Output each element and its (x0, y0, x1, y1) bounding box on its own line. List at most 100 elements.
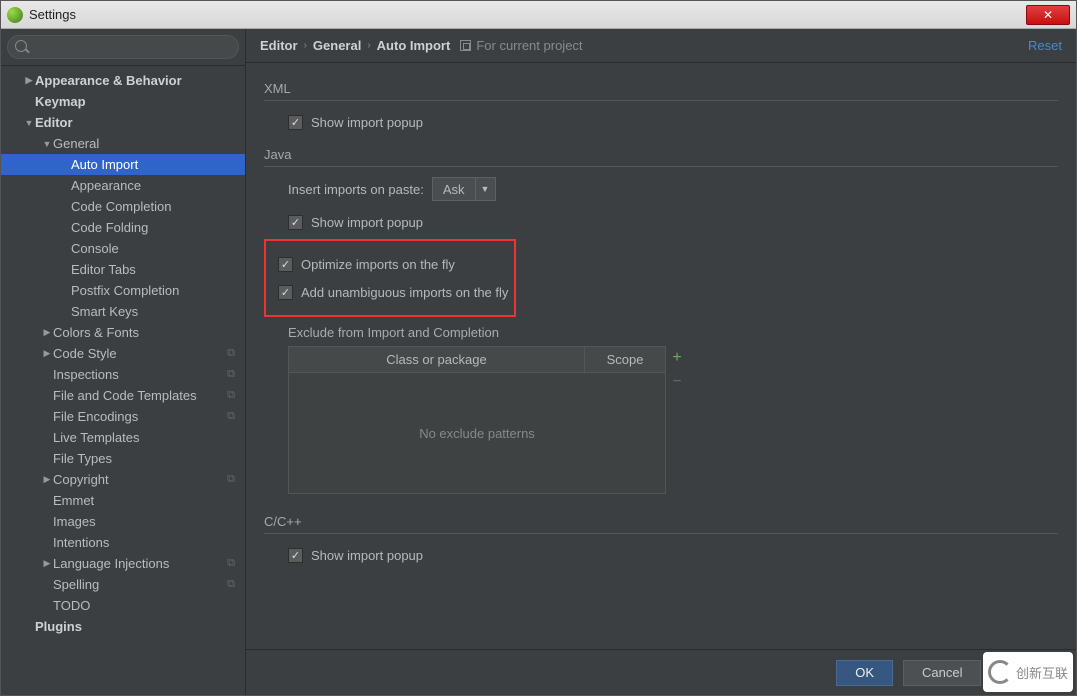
settings-tree[interactable]: ▶Appearance & BehaviorKeymap▼Editor▼Gene… (1, 66, 245, 695)
sidebar-item-images[interactable]: Images (1, 511, 245, 532)
checkbox-icon[interactable]: ✓ (278, 285, 293, 300)
sidebar-item-todo[interactable]: TODO (1, 595, 245, 616)
search-input[interactable] (7, 35, 239, 59)
sidebar-item-editor-tabs[interactable]: Editor Tabs (1, 259, 245, 280)
sidebar-item-live-templates[interactable]: Live Templates (1, 427, 245, 448)
sidebar-item-label: General (53, 136, 99, 151)
tree-arrow-icon[interactable]: ▼ (23, 118, 35, 128)
tree-arrow-icon[interactable]: ▶ (41, 474, 53, 485)
sidebar-item-plugins[interactable]: Plugins (1, 616, 245, 637)
insert-imports-row: Insert imports on paste: Ask ▼ (288, 177, 1058, 201)
sidebar-item-auto-import[interactable]: Auto Import (1, 154, 245, 175)
exclude-table-empty: No exclude patterns (289, 373, 665, 493)
sidebar-item-label: Editor Tabs (71, 262, 136, 277)
sidebar-item-file-and-code-templates[interactable]: File and Code Templates⧉ (1, 385, 245, 406)
cancel-button[interactable]: Cancel (903, 660, 981, 686)
sidebar-item-label: Plugins (35, 619, 82, 634)
sidebar-item-keymap[interactable]: Keymap (1, 91, 245, 112)
project-scope-icon: ⧉ (227, 473, 235, 486)
optimize-imports-checkbox[interactable]: ✓ Optimize imports on the fly (278, 253, 514, 275)
app-logo-icon (7, 7, 23, 23)
sidebar-item-appearance-behavior[interactable]: ▶Appearance & Behavior (1, 70, 245, 91)
sidebar-item-file-encodings[interactable]: File Encodings ⧉ (1, 406, 245, 427)
tree-arrow-icon[interactable]: ▶ (41, 348, 53, 359)
watermark: 创新互联 (983, 652, 1073, 692)
section-java-title: Java (264, 147, 1058, 162)
reset-link[interactable]: Reset (1028, 38, 1062, 53)
sidebar-item-label: Live Templates (53, 430, 139, 445)
sidebar-item-label: TODO (53, 598, 90, 613)
section-ccpp-title: C/C++ (264, 514, 1058, 529)
sidebar-item-console[interactable]: Console (1, 238, 245, 259)
sidebar-item-inspections[interactable]: Inspections⧉ (1, 364, 245, 385)
exclude-title: Exclude from Import and Completion (288, 325, 1058, 340)
tree-arrow-icon[interactable]: ▶ (41, 327, 53, 338)
sidebar-item-smart-keys[interactable]: Smart Keys (1, 301, 245, 322)
sidebar-item-label: Intentions (53, 535, 109, 550)
column-class-or-package[interactable]: Class or package (289, 347, 585, 372)
tree-arrow-icon[interactable]: ▶ (23, 75, 35, 86)
sidebar-item-editor[interactable]: ▼Editor (1, 112, 245, 133)
sidebar-item-label: Appearance (71, 178, 141, 193)
insert-imports-select[interactable]: Ask ▼ (432, 177, 496, 201)
column-scope[interactable]: Scope (585, 347, 665, 372)
sidebar-item-colors-fonts[interactable]: ▶Colors & Fonts (1, 322, 245, 343)
highlighted-options: ✓ Optimize imports on the fly ✓ Add unam… (264, 239, 516, 317)
project-scope-icon: ⧉ (227, 410, 235, 423)
sidebar-item-label: File Encodings (53, 409, 138, 424)
ccpp-show-import-popup[interactable]: ✓ Show import popup (288, 544, 1058, 566)
sidebar-item-label: Code Completion (71, 199, 171, 214)
breadcrumb-auto-import[interactable]: Auto Import (377, 38, 451, 53)
sidebar-item-file-types[interactable]: File Types (1, 448, 245, 469)
sidebar-item-label: Postfix Completion (71, 283, 179, 298)
checkbox-icon[interactable]: ✓ (278, 257, 293, 272)
java-show-import-popup[interactable]: ✓ Show import popup (288, 211, 1058, 233)
sidebar-item-code-style[interactable]: ▶Code Style⧉ (1, 343, 245, 364)
breadcrumb-general[interactable]: General (313, 38, 361, 53)
sidebar-item-label: Images (53, 514, 96, 529)
sidebar-item-label: Spelling (53, 577, 99, 592)
close-button[interactable]: ✕ (1026, 5, 1070, 25)
sidebar-item-emmet[interactable]: Emmet (1, 490, 245, 511)
sidebar-item-intentions[interactable]: Intentions (1, 532, 245, 553)
sidebar-item-spelling[interactable]: Spelling ⧉ (1, 574, 245, 595)
project-scope-icon: ⧉ (227, 578, 235, 591)
sidebar-item-label: Colors & Fonts (53, 325, 139, 340)
checkbox-icon[interactable]: ✓ (288, 215, 303, 230)
project-scope-icon: ⧉ (227, 557, 235, 570)
add-unambiguous-imports-checkbox[interactable]: ✓ Add unambiguous imports on the fly (278, 281, 514, 303)
sidebar-item-label: Editor (35, 115, 73, 130)
sidebar-item-code-completion[interactable]: Code Completion (1, 196, 245, 217)
sidebar-item-label: File Types (53, 451, 112, 466)
watermark-icon (988, 660, 1012, 684)
tree-arrow-icon[interactable]: ▶ (41, 558, 53, 569)
sidebar-item-general[interactable]: ▼General (1, 133, 245, 154)
breadcrumb: Editor › General › Auto Import For curre… (246, 29, 1076, 63)
breadcrumb-editor[interactable]: Editor (260, 38, 298, 53)
checkbox-icon[interactable]: ✓ (288, 115, 303, 130)
ok-button[interactable]: OK (836, 660, 893, 686)
xml-show-import-popup[interactable]: ✓ Show import popup (288, 111, 1058, 133)
sidebar-item-label: Copyright (53, 472, 109, 487)
chevron-down-icon[interactable]: ▼ (475, 178, 495, 200)
remove-exclude-button[interactable]: − (666, 370, 688, 394)
sidebar-item-language-injections[interactable]: ▶Language Injections ⧉ (1, 553, 245, 574)
titlebar: Settings ✕ (1, 1, 1076, 29)
project-scope-icon (460, 40, 471, 51)
search-icon (15, 40, 27, 52)
sidebar-item-appearance[interactable]: Appearance (1, 175, 245, 196)
exclude-table: Class or package Scope No exclude patter… (288, 346, 688, 494)
add-exclude-button[interactable]: + (666, 346, 688, 370)
checkbox-icon[interactable]: ✓ (288, 548, 303, 563)
tree-arrow-icon[interactable]: ▼ (41, 139, 53, 149)
sidebar-item-label: Language Injections (53, 556, 169, 571)
sidebar: ▶Appearance & BehaviorKeymap▼Editor▼Gene… (1, 29, 246, 695)
sidebar-item-copyright[interactable]: ▶Copyright ⧉ (1, 469, 245, 490)
sidebar-item-label: Console (71, 241, 119, 256)
sidebar-item-label: Auto Import (71, 157, 138, 172)
sidebar-item-postfix-completion[interactable]: Postfix Completion (1, 280, 245, 301)
sidebar-item-label: Appearance & Behavior (35, 73, 182, 88)
window-title: Settings (29, 7, 1026, 22)
sidebar-item-code-folding[interactable]: Code Folding (1, 217, 245, 238)
sidebar-item-label: Inspections (53, 367, 119, 382)
